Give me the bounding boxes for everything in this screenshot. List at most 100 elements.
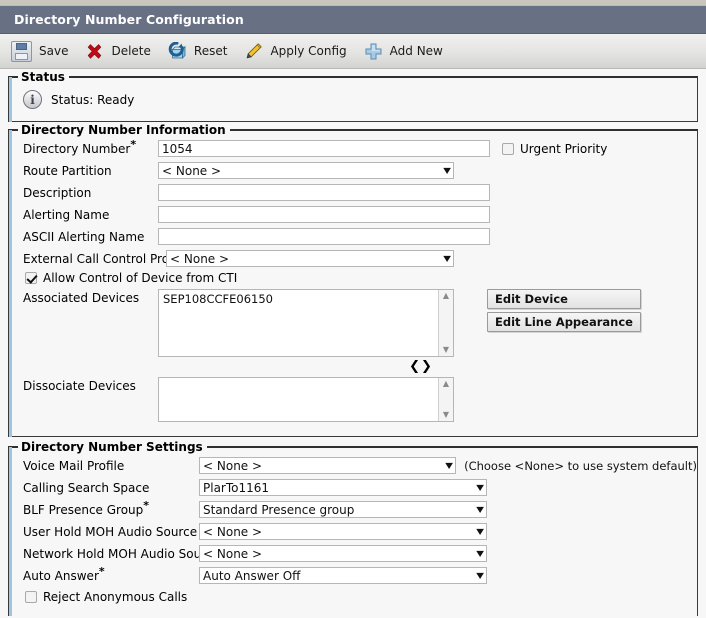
dn-information-rows: Directory Number* 1054 Urgent Priority R… — [9, 131, 697, 436]
status-legend: Status — [18, 70, 69, 84]
save-button-label: Save — [39, 44, 69, 58]
dn-information-legend: Directory Number Information — [18, 123, 230, 137]
chevron-down-icon: ▼ — [443, 165, 451, 175]
delete-icon — [85, 42, 104, 61]
urgent-priority-label: Urgent Priority — [520, 141, 608, 156]
row-associated-devices: Associated Devices SEP108CCFE06150 ▲ ▼ E… — [9, 289, 697, 357]
reject-anonymous-calls-label: Reject Anonymous Calls — [43, 590, 188, 604]
status-accent-bar — [9, 77, 12, 122]
directory-number-input[interactable]: 1054 — [158, 140, 490, 157]
apply-config-button[interactable]: Apply Config — [242, 38, 353, 64]
urgent-priority-checkbox-row[interactable]: Urgent Priority — [490, 142, 607, 156]
add-new-button-label: Add New — [389, 44, 443, 58]
row-alerting-name: Alerting Name — [9, 205, 697, 224]
scroll-up-icon[interactable]: ▲ — [443, 290, 449, 302]
row-ascii-alerting-name: ASCII Alerting Name — [9, 227, 697, 246]
reject-anonymous-calls-checkbox[interactable] — [25, 591, 37, 603]
calling-search-space-label: Calling Search Space — [23, 480, 150, 495]
required-marker: * — [143, 498, 150, 512]
route-partition-value: < None > — [162, 163, 222, 178]
description-input[interactable] — [158, 184, 490, 201]
auto-answer-value: Auto Answer Off — [203, 568, 301, 583]
save-icon — [11, 40, 32, 62]
user-hold-moh-label: User Hold MOH Audio Source — [23, 524, 198, 539]
ascii-alerting-name-label: ASCII Alerting Name — [23, 229, 145, 244]
directory-number-settings-panel: Directory Number Settings Voice Mail Pro… — [8, 440, 698, 616]
list-item[interactable]: SEP108CCFE06150 — [159, 290, 453, 306]
user-hold-moh-select[interactable]: < None > ▼ — [199, 523, 487, 540]
row-route-partition: Route Partition < None > ▼ — [9, 161, 697, 180]
chevron-down-icon: ▼ — [476, 548, 484, 558]
dn-information-accent-bar — [9, 130, 12, 437]
route-partition-label: Route Partition — [23, 163, 112, 178]
route-partition-select[interactable]: < None > ▼ — [158, 162, 454, 179]
status-text: Status: Ready — [51, 92, 135, 107]
add-new-button[interactable]: Add New — [362, 38, 450, 64]
chevron-down-icon: ▼ — [476, 570, 484, 580]
network-hold-moh-select[interactable]: < None > ▼ — [199, 545, 487, 562]
dissociate-devices-scrollbar[interactable]: ▲ ▼ — [438, 378, 453, 421]
save-button[interactable]: Save — [9, 38, 75, 64]
row-external-call-control-profile: External Call Control Profile < None > ▼ — [9, 249, 697, 268]
alerting-name-input[interactable] — [158, 206, 490, 223]
edit-line-appearance-button[interactable]: Edit Line Appearance — [487, 312, 641, 332]
window-title-bar: Directory Number Configuration — [0, 6, 706, 34]
voice-mail-profile-label: Voice Mail Profile — [23, 458, 125, 473]
dn-settings-accent-bar — [9, 447, 12, 616]
blf-presence-group-label-text: BLF Presence Group — [23, 502, 144, 517]
chevron-down-icon[interactable]: ❮ — [409, 360, 420, 373]
chevron-down-icon: ▼ — [476, 504, 484, 514]
reset-button-label: Reset — [193, 44, 228, 58]
scroll-up-icon[interactable]: ▲ — [443, 378, 449, 390]
blf-presence-group-value: Standard Presence group — [203, 502, 355, 517]
row-blf-presence-group: BLF Presence Group* Standard Presence gr… — [9, 500, 697, 519]
external-call-control-profile-select[interactable]: < None > ▼ — [166, 250, 454, 267]
description-label: Description — [23, 185, 92, 200]
alerting-name-label: Alerting Name — [23, 207, 110, 222]
urgent-priority-checkbox[interactable] — [502, 142, 514, 155]
user-hold-moh-value: < None > — [203, 524, 263, 539]
external-call-control-profile-label: External Call Control Profile — [23, 251, 188, 266]
auto-answer-label: Auto Answer* — [9, 566, 199, 583]
apply-config-icon — [244, 42, 263, 61]
required-marker: * — [98, 564, 105, 578]
page-title: Directory Number Configuration — [14, 12, 244, 27]
status-body: i Status: Ready — [9, 78, 697, 121]
associated-devices-listbox[interactable]: SEP108CCFE06150 ▲ ▼ — [158, 289, 454, 357]
apply-config-button-label: Apply Config — [270, 44, 347, 58]
calling-search-space-select[interactable]: PlarTo1161 ▼ — [199, 479, 487, 496]
voice-mail-profile-select[interactable]: < None > ▼ — [199, 457, 457, 474]
network-hold-moh-label: Network Hold MOH Audio Source — [23, 546, 220, 561]
action-toolbar: Save Delete Reset Apply Config Add New — [0, 34, 706, 69]
auto-answer-select[interactable]: Auto Answer Off ▼ — [199, 567, 487, 584]
ascii-alerting-name-input[interactable] — [158, 228, 490, 245]
reject-anonymous-calls-row[interactable]: Reject Anonymous Calls — [9, 590, 697, 604]
allow-cti-checkbox-row[interactable]: Allow Control of Device from CTI — [9, 271, 697, 285]
associated-devices-label: Associated Devices — [23, 291, 140, 305]
status-panel: Status i Status: Ready — [8, 70, 698, 122]
chevron-down-icon: ▼ — [443, 253, 451, 263]
dissociate-devices-listbox[interactable]: ▲ ▼ — [158, 377, 454, 422]
allow-cti-checkbox[interactable] — [25, 272, 37, 284]
row-calling-search-space: Calling Search Space PlarTo1161 ▼ — [9, 478, 697, 497]
chevron-down-icon: ▼ — [476, 526, 484, 536]
edit-device-button[interactable]: Edit Device — [487, 289, 641, 309]
delete-button[interactable]: Delete — [83, 38, 157, 64]
auto-answer-label-text: Auto Answer — [23, 568, 99, 583]
reset-button[interactable]: Reset — [166, 38, 235, 64]
row-dissociate-devices: Dissociate Devices ▲ ▼ — [9, 377, 697, 422]
device-action-buttons: Edit Device Edit Line Appearance — [487, 289, 641, 332]
scroll-down-icon[interactable]: ▼ — [443, 409, 449, 421]
directory-number-label-text: Directory Number — [23, 141, 131, 156]
allow-cti-label: Allow Control of Device from CTI — [43, 271, 238, 285]
associated-devices-scrollbar[interactable]: ▲ ▼ — [438, 290, 453, 356]
row-network-hold-moh: Network Hold MOH Audio Source < None > ▼ — [9, 544, 697, 563]
dn-settings-legend: Directory Number Settings — [18, 440, 207, 454]
row-user-hold-moh: User Hold MOH Audio Source < None > ▼ — [9, 522, 697, 541]
row-voice-mail-profile: Voice Mail Profile < None > ▼ (Choose <N… — [9, 456, 697, 475]
scroll-down-icon[interactable]: ▼ — [443, 344, 449, 356]
device-move-arrows: ❮ ❯ — [9, 360, 697, 373]
calling-search-space-value: PlarTo1161 — [203, 480, 270, 495]
blf-presence-group-select[interactable]: Standard Presence group ▼ — [199, 501, 487, 518]
chevron-up-icon[interactable]: ❯ — [421, 360, 432, 373]
